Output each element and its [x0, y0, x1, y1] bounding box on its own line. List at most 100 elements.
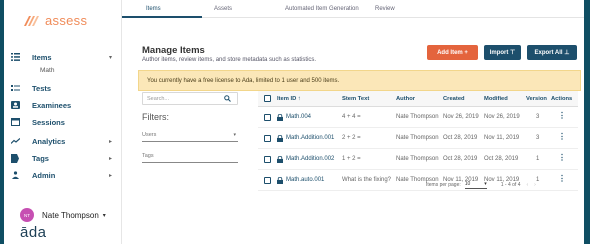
item-id-link[interactable]: Math.Addition.001 — [286, 135, 334, 141]
items-per-page-select[interactable]: 10 ▾ — [464, 181, 487, 189]
search-input[interactable]: Search... — [142, 92, 238, 105]
stem-text: 1 + 2 = — [342, 156, 361, 162]
item-id-link[interactable]: Math.Addition.002 — [286, 156, 334, 162]
row-checkbox[interactable] — [264, 156, 271, 163]
page-range: 1 - 4 of 4 — [500, 182, 521, 188]
sidebar-subitem-math[interactable]: Math — [40, 67, 54, 74]
trend-icon — [10, 136, 20, 146]
table-row[interactable]: Math.004 4 + 4 = Nate Thompson Nov 26, 2… — [258, 107, 578, 128]
person-card-icon — [10, 100, 20, 110]
next-page-button[interactable]: › — [534, 182, 536, 188]
sidebar-item-label: Items — [32, 52, 52, 62]
license-banner: You currently have a free license to Ada… — [138, 70, 581, 91]
sidebar-item-label: Analytics — [32, 136, 66, 146]
sidebar-item-tags[interactable]: Tags ▸ — [10, 151, 118, 165]
tags-filter-label: Tags — [142, 153, 154, 159]
stem-text: What is the fixing? — [342, 177, 392, 183]
column-header-version[interactable]: Version — [526, 96, 547, 102]
lock-icon — [277, 155, 283, 165]
row-checkbox[interactable] — [264, 135, 271, 142]
chevron-down-icon: ▾ — [108, 54, 112, 61]
search-icon[interactable] — [224, 95, 231, 104]
search-placeholder: Search... — [147, 95, 170, 102]
created-date: Nov 26, 2019 — [443, 114, 479, 120]
column-header-stem-text[interactable]: Stem Text — [342, 96, 369, 102]
row-checkbox[interactable] — [264, 114, 271, 121]
sidebar-item-label: Examinees — [32, 100, 72, 110]
sidebar-item-sessions[interactable]: Sessions — [10, 115, 118, 129]
page-title: Manage Items — [142, 45, 205, 56]
item-id-link[interactable]: Math.004 — [286, 114, 311, 120]
users-filter-select[interactable]: Users ▾ — [142, 132, 238, 142]
version: 3 — [536, 114, 540, 120]
window-frame-right — [584, 0, 590, 244]
modified-date: Nov 11, 2019 — [484, 135, 520, 141]
created-date: Oct 28, 2019 — [443, 156, 478, 162]
more-actions-icon[interactable]: ⋮ — [558, 154, 566, 162]
modified-date: Oct 28, 2019 — [484, 156, 519, 162]
chevron-down-icon: ▾ — [233, 132, 236, 138]
page-subtitle: Author items, review items, and store me… — [142, 57, 317, 63]
column-header-actions: Actions — [551, 96, 573, 102]
column-header-item-id[interactable]: Item ID ↑ — [277, 96, 301, 102]
previous-page-button[interactable]: ‹ — [526, 182, 528, 188]
logo-text: assess — [45, 13, 88, 28]
select-all-checkbox[interactable] — [264, 95, 271, 102]
brand-text: āda — [20, 224, 47, 241]
author: Nate Thompson — [396, 156, 439, 162]
ada-brand-logo: āda — [20, 224, 47, 241]
stem-text: 2 + 2 = — [342, 135, 361, 141]
sidebar-item-label: Tests — [32, 83, 52, 93]
sidebar-item-label: Tags — [32, 153, 49, 163]
active-tab-indicator — [122, 16, 202, 18]
table-row[interactable]: Math.Addition.001 2 + 2 = Nate Thompson … — [258, 128, 578, 149]
tab-assets[interactable]: Assets — [214, 6, 232, 12]
row-checkbox[interactable] — [264, 177, 271, 184]
sidebar-item-label: Admin — [32, 170, 56, 180]
chevron-right-icon: ▸ — [108, 172, 112, 179]
author: Nate Thompson — [396, 135, 439, 141]
avatar: NT — [20, 208, 34, 222]
tests-icon — [10, 83, 20, 93]
lock-icon — [277, 176, 283, 186]
tag-icon — [10, 153, 20, 163]
column-header-modified[interactable]: Modified — [484, 96, 508, 102]
calendar-icon — [10, 117, 20, 127]
table-header: Item ID ↑ Stem Text Author Created Modif… — [258, 91, 578, 107]
top-tabs: Items Assets Automated Item Generation R… — [122, 0, 584, 18]
chevron-right-icon: ▸ — [108, 155, 112, 162]
user-name: Nate Thompson — [42, 210, 99, 220]
tags-filter-input[interactable]: Tags — [142, 153, 238, 163]
more-actions-icon[interactable]: ⋮ — [558, 175, 566, 183]
admin-icon — [10, 170, 20, 180]
items-per-page-value: 10 — [464, 181, 471, 187]
tab-automated-item-generation[interactable]: Automated Item Generation — [285, 6, 359, 12]
chevron-right-icon: ▸ — [108, 138, 112, 145]
sidebar-item-admin[interactable]: Admin ▸ — [10, 168, 118, 182]
sidebar-item-analytics[interactable]: Analytics ▸ — [10, 134, 118, 148]
more-actions-icon[interactable]: ⋮ — [558, 112, 566, 120]
chevron-down-icon: ▾ — [102, 212, 106, 219]
modified-date: Nov 26, 2019 — [484, 114, 520, 120]
export-all-button[interactable]: Export All ⊥ — [527, 45, 577, 60]
add-item-button[interactable]: Add Item + — [427, 45, 478, 60]
assess-logo[interactable]: assess — [22, 13, 87, 28]
users-filter-label: Users — [142, 132, 157, 138]
sidebar-item-items[interactable]: Items ▾ — [10, 50, 118, 64]
version: 1 — [536, 177, 540, 183]
tab-items[interactable]: Items — [146, 6, 161, 12]
tab-review[interactable]: Review — [375, 6, 395, 12]
table-row[interactable]: Math.Addition.002 1 + 2 = Nate Thompson … — [258, 149, 578, 170]
version: 3 — [536, 135, 540, 141]
import-button[interactable]: Import ⊤ — [484, 45, 521, 60]
item-id-link[interactable]: Math.auto.001 — [286, 177, 324, 183]
column-header-created[interactable]: Created — [443, 96, 465, 102]
filters-title: Filters: — [142, 112, 169, 122]
column-header-author[interactable]: Author — [396, 96, 415, 102]
sidebar-item-tests[interactable]: Tests — [10, 81, 118, 95]
lock-icon — [277, 113, 283, 123]
sidebar-item-examinees[interactable]: Examinees — [10, 98, 118, 112]
more-actions-icon[interactable]: ⋮ — [558, 133, 566, 141]
user-menu[interactable]: NT Nate Thompson ▾ — [20, 208, 106, 222]
list-icon — [10, 52, 20, 62]
